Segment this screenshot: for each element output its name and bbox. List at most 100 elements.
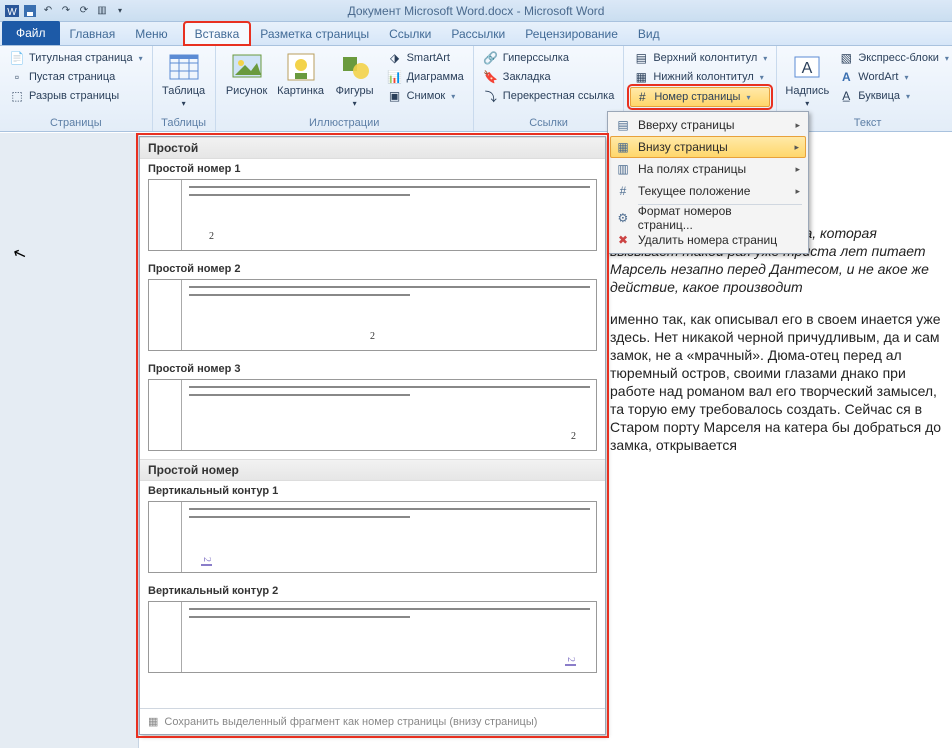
- page-number-icon: #: [634, 89, 650, 105]
- gallery-save-selection: ▦ Сохранить выделенный фрагмент как номе…: [140, 708, 605, 734]
- group-tables: Таблица▾ Таблицы: [153, 46, 216, 131]
- left-gutter: [0, 133, 139, 748]
- tab-file[interactable]: Файл: [2, 21, 60, 45]
- bookmark-icon: 🔖: [483, 69, 499, 85]
- group-pages-title: Страницы: [6, 115, 146, 129]
- gallery-item-simple-2[interactable]: 2: [148, 279, 597, 351]
- tab-home[interactable]: Главная: [60, 23, 126, 45]
- chart-icon: 📊: [387, 69, 403, 85]
- textbox-button[interactable]: AНадпись▾: [783, 49, 831, 112]
- gallery-item-simple-3[interactable]: 2: [148, 379, 597, 451]
- page-break-icon: ⬚: [9, 88, 25, 104]
- ruler-icon[interactable]: ▥: [94, 3, 110, 19]
- crossref-button[interactable]: ⤵Перекрестная ссылка: [480, 87, 618, 105]
- gallery-item-label: Вертикальный контур 1: [140, 481, 605, 499]
- gallery-item-vertical-1[interactable]: 2: [148, 501, 597, 573]
- qat-dropdown-icon[interactable]: ▾: [112, 3, 128, 19]
- menu-item-remove-page-numbers[interactable]: ✖Удалить номера страниц: [610, 229, 806, 251]
- dropcap-icon: A̲: [838, 88, 854, 104]
- gallery-item-simple-1[interactable]: 2: [148, 179, 597, 251]
- gallery-section-simple-number: Простой номер: [140, 459, 605, 481]
- smartart-button[interactable]: ⬗SmartArt: [384, 49, 467, 67]
- save-fragment-icon: ▦: [148, 715, 158, 728]
- group-links: 🔗Гиперссылка 🔖Закладка ⤵Перекрестная ссы…: [474, 46, 625, 131]
- format-icon: ⚙: [614, 209, 632, 227]
- footer-button[interactable]: ▦Нижний колонтитул▾: [630, 68, 770, 86]
- menu-item-bottom-of-page[interactable]: ▦Внизу страницы▸: [610, 136, 806, 158]
- menu-item-top-of-page[interactable]: ▤Вверху страницы▸: [610, 114, 806, 136]
- group-illustrations-title: Иллюстрации: [222, 115, 467, 129]
- cover-page-icon: 📄: [9, 50, 25, 66]
- clipart-icon: [285, 51, 317, 83]
- crossref-icon: ⤵: [483, 88, 499, 104]
- tab-menu[interactable]: Меню: [125, 23, 183, 45]
- picture-button[interactable]: Рисунок: [222, 49, 272, 99]
- group-tables-title: Таблицы: [159, 115, 209, 129]
- tab-references[interactable]: Ссылки: [379, 23, 441, 45]
- gallery-section-simple: Простой: [140, 137, 605, 159]
- bottom-page-icon: ▦: [614, 138, 632, 156]
- menu-item-page-margins[interactable]: ▥На полях страницы▸: [610, 158, 806, 180]
- remove-icon: ✖: [614, 231, 632, 249]
- gallery-item-label: Вертикальный контур 2: [140, 581, 605, 599]
- group-pages: 📄Титульная страница▾ ▫Пустая страница ⬚Р…: [0, 46, 153, 131]
- hyperlink-button[interactable]: 🔗Гиперссылка: [480, 49, 618, 67]
- tab-insert[interactable]: Вставка: [184, 22, 251, 45]
- svg-text:W: W: [7, 7, 17, 18]
- document-body[interactable]: увидел в лся мрачный тюрьма, которая выз…: [610, 224, 944, 454]
- margins-icon: ▥: [614, 160, 632, 178]
- cover-page-button[interactable]: 📄Титульная страница▾: [6, 49, 146, 67]
- sync-icon[interactable]: ⟳: [76, 3, 92, 19]
- gallery-item-label: Простой номер 1: [140, 159, 605, 177]
- shapes-button[interactable]: Фигуры▾: [330, 49, 380, 112]
- group-illustrations: Рисунок Картинка Фигуры▾ ⬗SmartArt 📊Диаг…: [216, 46, 474, 131]
- quickparts-button[interactable]: ▧Экспресс-блоки▾: [835, 49, 952, 67]
- document-title: Документ Microsoft Word.docx - Microsoft…: [348, 4, 605, 18]
- hyperlink-icon: 🔗: [483, 50, 499, 66]
- top-page-icon: ▤: [614, 116, 632, 134]
- bookmark-button[interactable]: 🔖Закладка: [480, 68, 618, 86]
- svg-text:A: A: [802, 60, 813, 77]
- menu-item-format-page-numbers[interactable]: ⚙Формат номеров страниц...: [610, 207, 806, 229]
- table-icon: [168, 51, 200, 83]
- tab-review[interactable]: Рецензирование: [515, 23, 628, 45]
- textbox-icon: A: [791, 51, 823, 83]
- footer-icon: ▦: [633, 69, 649, 85]
- screenshot-button[interactable]: ▣Снимок▾: [384, 87, 467, 105]
- blank-page-icon: ▫: [9, 69, 25, 85]
- quickparts-icon: ▧: [838, 50, 854, 66]
- table-button[interactable]: Таблица▾: [159, 49, 209, 112]
- redo-icon[interactable]: ↷: [58, 3, 74, 19]
- menu-item-current-position[interactable]: #Текущее положение▸: [610, 180, 806, 202]
- tab-mailings[interactable]: Рассылки: [441, 23, 515, 45]
- picture-icon: [231, 51, 263, 83]
- chart-button[interactable]: 📊Диаграмма: [384, 68, 467, 86]
- page-break-button[interactable]: ⬚Разрыв страницы: [6, 87, 146, 105]
- gallery-item-vertical-2[interactable]: 2: [148, 601, 597, 673]
- tab-view[interactable]: Вид: [628, 23, 670, 45]
- shapes-icon: [339, 51, 371, 83]
- ribbon-tabs: Файл Главная Меню Вставка Разметка стран…: [0, 22, 952, 46]
- titlebar: W ↶ ↷ ⟳ ▥ ▾ Документ Microsoft Word.docx…: [0, 0, 952, 22]
- wordart-icon: A: [838, 69, 854, 85]
- tab-layout[interactable]: Разметка страницы: [250, 23, 379, 45]
- screenshot-icon: ▣: [387, 88, 403, 104]
- dropcap-button[interactable]: A̲Буквица▾: [835, 87, 952, 105]
- page-number-gallery: Простой Простой номер 1 2 Простой номер …: [139, 136, 606, 735]
- blank-page-button[interactable]: ▫Пустая страница: [6, 68, 146, 86]
- gallery-item-label: Простой номер 2: [140, 259, 605, 277]
- doc-paragraph: именно так, как описывал его в своем ина…: [610, 310, 944, 454]
- page-number-menu: ▤Вверху страницы▸ ▦Внизу страницы▸ ▥На п…: [607, 111, 809, 254]
- wordart-button[interactable]: AWordArt▾: [835, 68, 952, 86]
- page-number-button[interactable]: #Номер страницы▾: [630, 87, 770, 107]
- clipart-button[interactable]: Картинка: [276, 49, 326, 99]
- word-icon: W: [4, 3, 20, 19]
- header-icon: ▤: [633, 50, 649, 66]
- ribbon: 📄Титульная страница▾ ▫Пустая страница ⬚Р…: [0, 46, 952, 132]
- smartart-icon: ⬗: [387, 50, 403, 66]
- undo-icon[interactable]: ↶: [40, 3, 56, 19]
- save-icon[interactable]: [22, 3, 38, 19]
- gallery-item-label: Простой номер 3: [140, 359, 605, 377]
- header-button[interactable]: ▤Верхний колонтитул▾: [630, 49, 770, 67]
- group-links-title: Ссылки: [480, 115, 618, 129]
